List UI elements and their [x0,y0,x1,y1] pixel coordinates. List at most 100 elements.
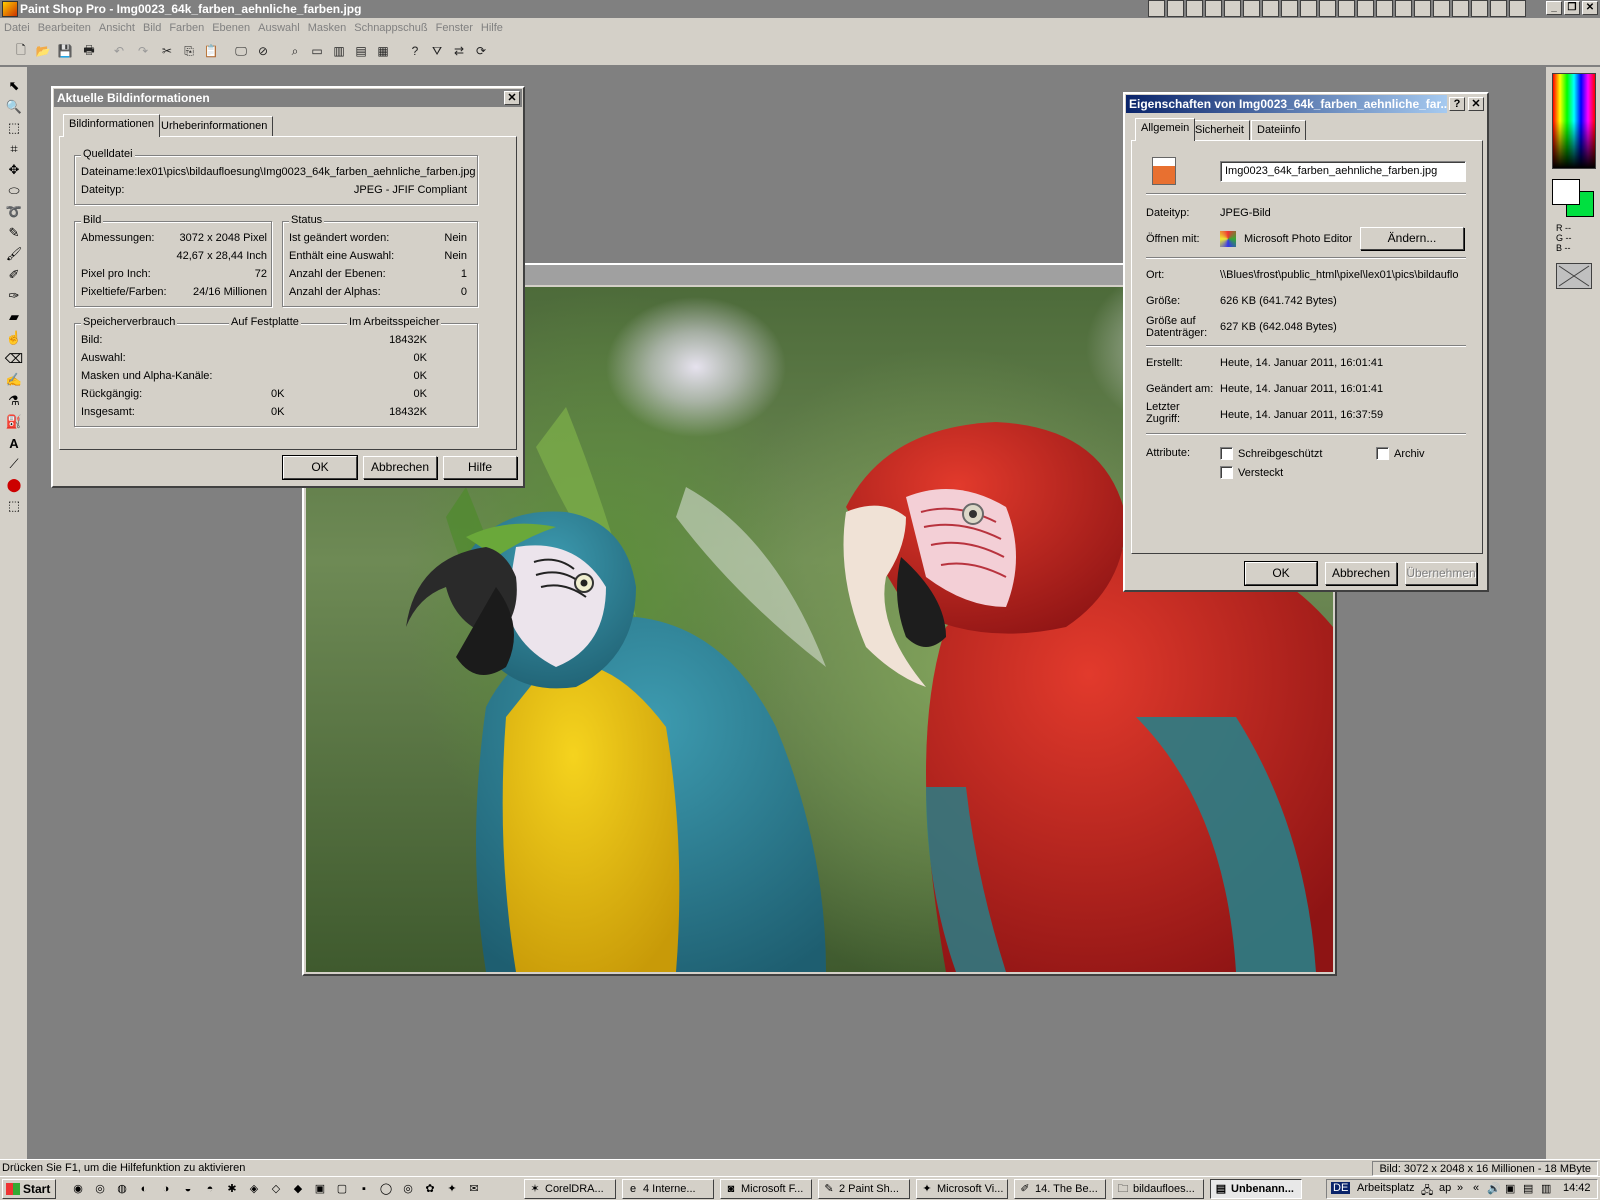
quick-icon[interactable] [1224,0,1241,17]
toggle-histogram-icon[interactable]: ▤ [352,42,370,60]
quicklaunch-icon[interactable]: ◉ [70,1181,86,1197]
move-tool-icon[interactable]: ✥ [4,161,24,179]
color-replacer-tool-icon[interactable]: ✑ [4,287,24,305]
toggle-color-palette-icon[interactable]: ▥ [330,42,348,60]
clock[interactable]: 14:42 [1563,1182,1591,1194]
menu-masken[interactable]: Masken [308,22,347,34]
hidden-checkbox[interactable] [1220,466,1233,479]
quicklaunch-icon[interactable]: ◯ [378,1181,394,1197]
task-microsoft-f[interactable]: ◙ Microsoft F... [720,1179,812,1199]
ok-button[interactable]: OK [282,455,358,480]
save-icon[interactable]: 💾 [56,42,74,60]
undo-icon[interactable]: ↶ [110,42,128,60]
toggle-tool-options-icon[interactable]: ▭ [308,42,326,60]
foreground-color-swatch[interactable] [1552,179,1580,205]
quick-icon[interactable] [1357,0,1374,17]
menu-ansicht[interactable]: Ansicht [99,22,135,34]
arrow-tool-icon[interactable]: ⬉ [4,77,24,95]
flood-fill-tool-icon[interactable]: ⛽ [4,413,24,431]
open-folder-icon[interactable]: 📂 [34,42,52,60]
picture-tube-tool-icon[interactable]: ✍ [4,371,24,389]
menu-farben[interactable]: Farben [169,22,204,34]
quick-icon[interactable] [1395,0,1412,17]
menu-hilfe[interactable]: Hilfe [481,22,503,34]
object-selector-tool-icon[interactable]: ⬚ [4,497,24,515]
tab-urheberinformationen[interactable]: Urheberinformationen [155,116,274,137]
task-bildaufloes[interactable]: 🗀 bildaufloes... [1112,1179,1204,1199]
filename-field[interactable]: Img0023_64k_farben_aehnliche_farben.jpg [1220,161,1466,182]
quicklaunch-icon[interactable]: ◆ [290,1181,306,1197]
eyedropper-tool-icon[interactable]: ✎ [4,224,24,242]
quicklaunch-icon[interactable]: ✦ [444,1181,460,1197]
copy-icon[interactable]: ⎘ [180,42,198,60]
desktop-toolbar-label[interactable]: Arbeitsplatz [1357,1182,1414,1194]
fullscreen-preview-icon[interactable]: 🖵 [232,42,250,60]
language-indicator[interactable]: DE [1331,1182,1351,1194]
cancel-button[interactable]: Abbrechen [363,456,437,479]
restore-button[interactable]: ❐ [1564,1,1580,15]
tab-dateiinfo[interactable]: Dateiinfo [1251,120,1307,141]
quick-icon[interactable] [1262,0,1279,17]
quick-icon[interactable] [1471,0,1488,17]
menu-fenster[interactable]: Fenster [436,22,473,34]
volume-icon[interactable]: 🔊 [1487,1182,1501,1195]
scratch-remover-tool-icon[interactable]: ☝ [4,329,24,347]
file-properties-dialog-title[interactable]: Eigenschaften von Img0023_64k_farben_aeh… [1126,95,1447,113]
task-microsoft-vi[interactable]: ✦ Microsoft Vi... [916,1179,1008,1199]
quick-icon[interactable] [1490,0,1507,17]
quicklaunch-icon[interactable]: ▢ [334,1181,350,1197]
airbrush-tool-icon[interactable]: ⚗ [4,392,24,410]
close-icon[interactable]: ✕ [1468,97,1484,111]
quicklaunch-icon[interactable]: ▣ [312,1181,328,1197]
close-button[interactable]: ✕ [1582,1,1598,15]
toggle-layer-palette-icon[interactable]: ▦ [374,42,392,60]
toggle-tool-palette-icon[interactable]: ⌕ [286,42,304,60]
quick-icon[interactable] [1452,0,1469,17]
quick-icon[interactable] [1205,0,1222,17]
paintbrush-tool-icon[interactable]: 🖌 [4,245,24,263]
color-spectrum[interactable] [1552,73,1596,169]
lasso-tool-icon[interactable]: ➰ [4,203,24,221]
quick-icon[interactable] [1433,0,1450,17]
help-icon[interactable]: ? [1449,97,1465,111]
paste-icon[interactable]: 📋 [202,42,220,60]
quick-icon[interactable] [1338,0,1355,17]
archive-checkbox[interactable] [1376,447,1389,460]
menu-auswahl[interactable]: Auswahl [258,22,300,34]
readonly-checkbox[interactable] [1220,447,1233,460]
cut-icon[interactable]: ✂ [158,42,176,60]
clone-brush-tool-icon[interactable]: ✐ [4,266,24,284]
cancel-button[interactable]: Abbrechen [1325,562,1397,585]
tray-app-icon[interactable]: ▥ [1541,1182,1551,1195]
tab-sicherheit[interactable]: Sicherheit [1189,120,1250,141]
quicklaunch-icon[interactable]: ◍ [114,1181,130,1197]
quicklaunch-icon[interactable]: ◎ [92,1181,108,1197]
quick-icon[interactable] [1376,0,1393,17]
refresh-icon[interactable]: ⟳ [472,42,490,60]
menu-bearbeiten[interactable]: Bearbeiten [38,22,91,34]
preset-shapes-tool-icon[interactable]: ⬤ [4,476,24,494]
eraser-tool-icon[interactable]: ⌫ [4,350,24,368]
quick-icon[interactable] [1300,0,1317,17]
print-icon[interactable]: 🖶 [80,42,98,60]
style-swatch[interactable] [1556,263,1592,289]
task-coreldraw[interactable]: ✶ CorelDRA... [524,1179,616,1199]
deform-tool-icon[interactable]: ⬚ [4,119,24,137]
menu-datei[interactable]: Datei [4,22,30,34]
quicklaunch-icon[interactable]: ◎ [400,1181,416,1197]
retouch-tool-icon[interactable]: ▰ [4,308,24,326]
quicklaunch-icon[interactable]: ✉ [466,1181,482,1197]
minimize-button[interactable]: _ [1546,1,1562,15]
apply-button[interactable]: Übernehmen [1405,562,1477,585]
tab-allgemein[interactable]: Allgemein [1135,118,1196,141]
help-cursor-icon[interactable]: ? [406,42,424,60]
quicklaunch-icon[interactable]: ◒ [180,1181,196,1197]
task-internet-explorer[interactable]: e 4 Interne... [622,1179,714,1199]
start-button[interactable]: Start [2,1179,56,1199]
draw-tool-icon[interactable]: ⟋ [4,455,24,473]
quicklaunch-icon[interactable]: ◑ [158,1181,174,1197]
normal-view-icon[interactable]: ⊘ [254,42,272,60]
quick-icon[interactable] [1243,0,1260,17]
menu-ebenen[interactable]: Ebenen [212,22,250,34]
task-paint-shop[interactable]: ✎ 2 Paint Sh... [818,1179,910,1199]
